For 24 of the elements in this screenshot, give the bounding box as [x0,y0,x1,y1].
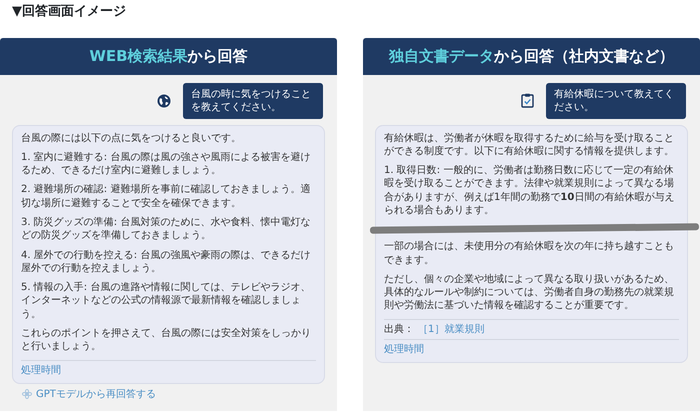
answer-paragraph: 1. 取得日数: 一般的に、労働者は勤務日数に応じて一定の有給休暇を受け取ることができます。法律や就業規則によって異なる場合がありますが、例えば1年間の勤務で10日間の有給休暇が与えられる場合もあります。 [384,164,676,218]
answer-paragraph: ただし、個々の企業や地域によって異なる取り扱いがあるため、具体的なルールや制約については、労働者自身の勤務先の就業規則や労働法に基づいた情報を確認することが重要です。 [384,272,675,313]
globe-icon [157,94,171,108]
answer-paragraph: 1. 室内に避難する: 台風の際は風の強さや風雨による被害を避けるため、できるだけ室内に避難しましょう。 [21,150,312,178]
answer-paragraph: 有給休暇は、労働者が休暇を取得するために給与を受け取ることができる制度です。以下に有給休暇に関する情報を提供します。 [384,132,675,158]
answer-paragraph: 一部の場合には、未使用分の有給休暇を次の年に持ち越すこともできます。 [384,240,675,267]
processing-time-link[interactable]: 処理時間 [21,364,61,376]
panel-title: WEB検索結果から回答 [0,38,337,74]
source-link[interactable]: ［1］就業規則 [418,324,484,335]
question-bubble: 有給休暇について教えてください。 [546,82,686,118]
answer-paragraph: 2. 避難場所の確認: 避難場所を事前に確認しておきましょう。適切な場所に避難することで安全を確保できます。 [21,183,312,210]
processing-time-link[interactable]: 処理時間 [384,344,424,356]
clipboard-check-icon [521,93,534,108]
question-bubble: 台風の時に気をつけることを教えてください。 [183,82,323,118]
flower-icon [22,389,32,400]
answer-paragraph: これらのポイントを押さえて、台風の際には安全対策をしっかりと行いましょう。 [21,327,312,354]
answer-paragraph: 台風の際には以下の点に気をつけると良いです。 [21,132,242,145]
panel-title: 独自文書データから回答（社内文書など） [363,38,700,74]
answer-paragraph: 5. 情報の入手: 台風の進路や情報に関しては、テレビやラジオ、インターネットなどの公式の情報源で最新情報を確認しましょう。 [21,281,312,322]
answer-paragraph: 3. 防災グッズの準備: 台風対策のために、水や食料、懐中電灯などの防災グッズを準備しておきましょう。 [21,216,312,243]
page-heading: ▼回答画面イメージ [11,3,127,21]
answer-paragraph: 4. 屋外での行動を控える: 台風の強風や豪雨の際は、できるだけ屋外での行動を控えましょう。 [21,248,312,276]
retry-link[interactable]: GPTモデルから再回答する [36,386,156,402]
source-label: 出典： [384,324,414,335]
